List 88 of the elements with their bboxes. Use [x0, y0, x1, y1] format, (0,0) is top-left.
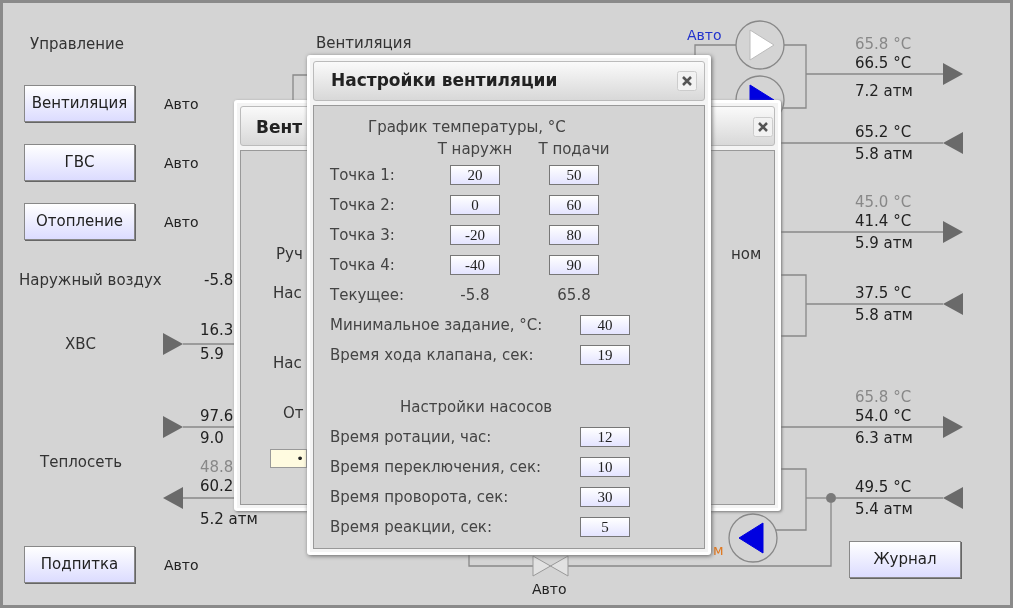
row-label: Точка 1:	[330, 164, 396, 186]
number-field[interactable]: 5	[580, 517, 630, 537]
pressure-value: 5.8 атм	[855, 306, 913, 325]
diagram-label: Вентиляция	[316, 33, 412, 53]
junction-dot-icon	[826, 493, 836, 503]
number-field[interactable]: 50	[549, 165, 599, 185]
temperature-value: 37.5 °C	[855, 284, 912, 303]
number-field[interactable]: 0	[450, 195, 500, 215]
number-field[interactable]: 19	[580, 345, 630, 365]
temperature-value: 49.5 °C	[855, 478, 912, 497]
temperature-value: 54.0 °C	[855, 407, 912, 426]
flow-arrow-icon	[163, 333, 183, 355]
pressure-value: 5.8 атм	[855, 145, 913, 164]
mode-label: Авто	[164, 556, 199, 575]
close-icon[interactable]	[753, 117, 773, 137]
mode-label: Авто	[164, 154, 199, 173]
sensor-value: -5.8	[204, 270, 234, 290]
flow-arrow-icon	[163, 416, 183, 438]
number-field[interactable]: 20	[450, 165, 500, 185]
setpoint-value: 65.8 °C	[855, 388, 912, 407]
dialog-title: Настройки вентиляции	[331, 69, 558, 93]
setting-label: Время хода клапана, сек:	[330, 344, 535, 366]
section-title: Настройки насосов	[400, 397, 554, 418]
row-label: Точка 3:	[330, 224, 396, 246]
panel-button[interactable]: Подпитка	[24, 546, 135, 583]
pressure-value: 5.9 атм	[855, 234, 913, 253]
temperature-value: 16.3	[200, 320, 234, 340]
number-field[interactable]: 30	[580, 487, 630, 507]
setpoint-value: 48.8	[200, 457, 234, 477]
dialog-label: От	[283, 403, 304, 423]
number-field[interactable]: 40	[580, 315, 630, 335]
setting-label: Время проворота, сек:	[330, 486, 510, 508]
panel-button[interactable]: ГВС	[24, 144, 135, 181]
number-field[interactable]: -40	[450, 255, 500, 275]
current-value: 65.8	[556, 284, 592, 306]
pressure-value: 5.2 атм	[200, 509, 258, 529]
number-field[interactable]: 60	[549, 195, 599, 215]
setting-label: Минимальное задание, °C:	[330, 314, 544, 336]
pump-icon[interactable]	[735, 20, 785, 70]
valve-mode-label: Авто	[532, 580, 567, 599]
pressure-value: 5.4 атм	[855, 500, 913, 519]
column-header: Т подачи	[537, 138, 611, 160]
temperature-value: 97.6	[200, 406, 234, 426]
current-value: -5.8	[459, 284, 491, 306]
close-icon[interactable]	[677, 71, 697, 91]
section-title: Управление	[30, 34, 125, 54]
row-label: Текущее:	[330, 284, 405, 306]
pump-icon[interactable]	[728, 513, 778, 563]
column-header: Т наружн	[436, 138, 514, 160]
number-field[interactable]: 80	[549, 225, 599, 245]
row-label: Точка 2:	[330, 194, 396, 216]
temperature-value: 65.2 °C	[855, 123, 912, 142]
setpoint-value: 65.8 °C	[855, 35, 912, 54]
dialog-label: Руч	[276, 244, 303, 264]
panel-button[interactable]: Вентиляция	[24, 85, 135, 122]
temperature-value: 41.4 °C	[855, 212, 912, 231]
input-field[interactable]: •	[270, 449, 307, 468]
status-text: м	[713, 541, 724, 560]
pump-mode-label: Авто	[687, 26, 722, 45]
dialog-title: Вент	[256, 116, 303, 139]
sensor-label: Теплосеть	[40, 452, 123, 472]
pressure-value: 9.0	[200, 428, 224, 448]
number-field[interactable]: 10	[580, 457, 630, 477]
setting-label: Время ротации, час:	[330, 426, 493, 448]
panel-button[interactable]: Отопление	[24, 203, 135, 240]
number-field[interactable]: -20	[450, 225, 500, 245]
dialog-label: Нас	[273, 353, 302, 373]
setpoint-value: 45.0 °C	[855, 193, 912, 212]
section-title: График температуры, °C	[368, 117, 567, 138]
number-field[interactable]: 90	[549, 255, 599, 275]
temperature-value: 60.2	[200, 476, 234, 496]
sensor-label: Наружный воздух	[19, 270, 162, 290]
mode-label: Авто	[164, 95, 199, 114]
pipe-line	[468, 554, 534, 567]
number-field[interactable]: 12	[580, 427, 630, 447]
panel-button[interactable]: Журнал	[849, 541, 961, 578]
flow-arrow-icon	[163, 487, 183, 509]
setting-label: Время переключения, сек:	[330, 456, 542, 478]
mode-label: Авто	[164, 213, 199, 232]
setting-label: Время реакции, сек:	[330, 516, 493, 538]
temperature-value: 66.5 °C	[855, 54, 912, 73]
row-label: Точка 4:	[330, 254, 396, 276]
pressure-value: 6.3 атм	[855, 429, 913, 448]
dialog-label: ном	[731, 244, 762, 264]
pressure-value: 5.9	[200, 344, 224, 364]
pressure-value: 7.2 атм	[855, 82, 913, 101]
sensor-label: ХВС	[65, 334, 97, 354]
dialog-label: Нас	[273, 283, 302, 303]
